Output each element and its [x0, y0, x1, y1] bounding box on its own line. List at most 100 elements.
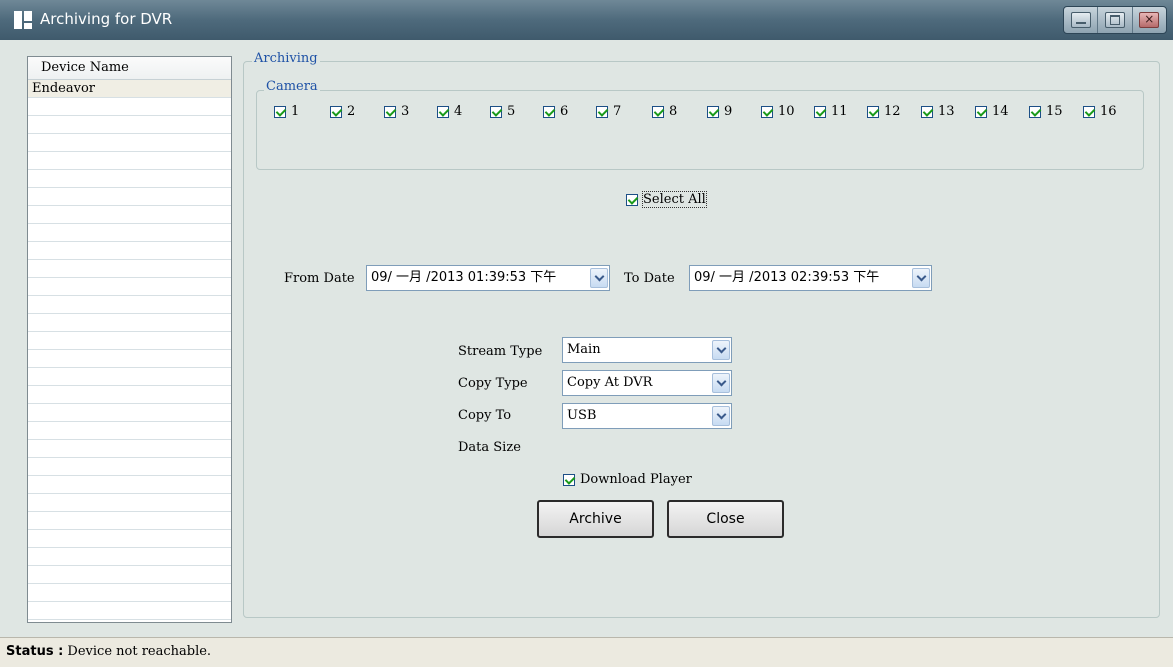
list-item[interactable]	[28, 602, 231, 620]
list-item[interactable]	[28, 242, 231, 260]
stream-type-select[interactable]: Main	[562, 337, 732, 363]
camera-checkbox-label: 13	[938, 104, 955, 119]
camera-checkbox-13[interactable]: 13	[921, 104, 955, 119]
list-item[interactable]	[28, 332, 231, 350]
app-icon	[14, 11, 32, 29]
copy-to-select[interactable]: USB	[562, 403, 732, 429]
from-date-picker[interactable]: 09/ 一月 /2013 01:39:53 下午	[366, 265, 610, 291]
list-item[interactable]	[28, 134, 231, 152]
window-title: Archiving for DVR	[40, 10, 173, 28]
archive-button[interactable]: Archive	[537, 500, 654, 538]
maximize-button[interactable]	[1098, 7, 1133, 33]
minimize-icon	[1070, 12, 1091, 28]
checkbox-checked-icon	[626, 193, 638, 206]
list-item[interactable]	[28, 512, 231, 530]
title-bar: Archiving for DVR ×	[0, 0, 1173, 40]
stream-type-value: Main	[567, 342, 601, 357]
camera-checkbox-label: 16	[1100, 104, 1117, 119]
device-rows: Endeavor	[28, 80, 231, 620]
list-item[interactable]	[28, 368, 231, 386]
list-item[interactable]	[28, 422, 231, 440]
camera-checkbox-15[interactable]: 15	[1029, 104, 1063, 119]
checkbox-checked-icon	[1029, 105, 1041, 118]
list-item[interactable]	[28, 296, 231, 314]
download-player-checkbox[interactable]: Download Player	[563, 472, 692, 487]
minimize-button[interactable]	[1064, 7, 1099, 33]
select-all-checkbox[interactable]: Select All	[626, 191, 707, 208]
camera-checkbox-label: 2	[347, 104, 356, 119]
to-date-picker[interactable]: 09/ 一月 /2013 02:39:53 下午	[689, 265, 932, 291]
chevron-down-icon[interactable]	[912, 268, 930, 288]
camera-checkbox-7[interactable]: 7	[596, 104, 621, 119]
camera-checkbox-label: 15	[1046, 104, 1063, 119]
stream-type-label: Stream Type	[458, 344, 543, 359]
list-item[interactable]	[28, 188, 231, 206]
chevron-down-icon[interactable]	[712, 373, 730, 393]
list-item[interactable]	[28, 170, 231, 188]
checkbox-checked-icon	[384, 105, 396, 118]
list-item[interactable]	[28, 278, 231, 296]
list-item[interactable]	[28, 458, 231, 476]
chevron-down-icon[interactable]	[590, 268, 608, 288]
list-item[interactable]	[28, 116, 231, 134]
status-label: Status :	[6, 644, 64, 659]
copy-type-value: Copy At DVR	[567, 375, 653, 390]
camera-checkbox-8[interactable]: 8	[652, 104, 677, 119]
list-item[interactable]	[28, 98, 231, 116]
copy-type-select[interactable]: Copy At DVR	[562, 370, 732, 396]
camera-group-label: Camera	[264, 79, 320, 94]
list-item[interactable]	[28, 206, 231, 224]
camera-checkbox-1[interactable]: 1	[274, 104, 299, 119]
camera-checkbox-3[interactable]: 3	[384, 104, 409, 119]
list-item[interactable]	[28, 386, 231, 404]
camera-checkbox-12[interactable]: 12	[867, 104, 901, 119]
camera-checkbox-6[interactable]: 6	[543, 104, 568, 119]
close-icon: ×	[1139, 12, 1160, 28]
camera-checkbox-11[interactable]: 11	[814, 104, 848, 119]
close-button[interactable]: Close	[667, 500, 784, 538]
list-item[interactable]	[28, 350, 231, 368]
camera-checkbox-4[interactable]: 4	[437, 104, 462, 119]
list-item[interactable]	[28, 548, 231, 566]
list-item[interactable]	[28, 440, 231, 458]
checkbox-checked-icon	[975, 105, 987, 118]
list-item[interactable]	[28, 404, 231, 422]
checkbox-checked-icon	[707, 105, 719, 118]
camera-checkbox-14[interactable]: 14	[975, 104, 1009, 119]
list-item[interactable]	[28, 476, 231, 494]
camera-checkbox-label: 7	[613, 104, 622, 119]
camera-checkbox-label: 4	[454, 104, 463, 119]
list-item[interactable]	[28, 530, 231, 548]
checkbox-checked-icon	[274, 105, 286, 118]
close-window-button[interactable]: ×	[1133, 7, 1166, 33]
list-item[interactable]	[28, 224, 231, 242]
camera-checkbox-16[interactable]: 16	[1083, 104, 1117, 119]
camera-checkbox-label: 6	[560, 104, 569, 119]
camera-checkbox-5[interactable]: 5	[490, 104, 515, 119]
checkbox-checked-icon	[1083, 105, 1095, 118]
device-list-header[interactable]: Device Name	[28, 57, 231, 80]
checkbox-checked-icon	[867, 105, 879, 118]
list-item[interactable]	[28, 314, 231, 332]
chevron-down-icon[interactable]	[712, 340, 730, 360]
camera-checkbox-9[interactable]: 9	[707, 104, 732, 119]
camera-checkbox-10[interactable]: 10	[761, 104, 795, 119]
data-size-label: Data Size	[458, 440, 521, 455]
checkbox-checked-icon	[761, 105, 773, 118]
camera-checkbox-label: 3	[401, 104, 410, 119]
camera-checkbox-label: 11	[831, 104, 848, 119]
checkbox-checked-icon	[814, 105, 826, 118]
device-list[interactable]: Device Name Endeavor	[27, 56, 232, 623]
chevron-down-icon[interactable]	[712, 406, 730, 426]
list-item[interactable]	[28, 152, 231, 170]
copy-type-label: Copy Type	[458, 376, 528, 391]
camera-checkbox-label: 5	[507, 104, 516, 119]
to-date-label: To Date	[624, 271, 675, 286]
camera-checkbox-2[interactable]: 2	[330, 104, 355, 119]
list-item[interactable]	[28, 260, 231, 278]
list-item[interactable]	[28, 494, 231, 512]
from-date-value: 09/ 一月 /2013 01:39:53 下午	[371, 270, 557, 285]
list-item[interactable]	[28, 566, 231, 584]
list-item[interactable]: Endeavor	[28, 80, 231, 98]
list-item[interactable]	[28, 584, 231, 602]
